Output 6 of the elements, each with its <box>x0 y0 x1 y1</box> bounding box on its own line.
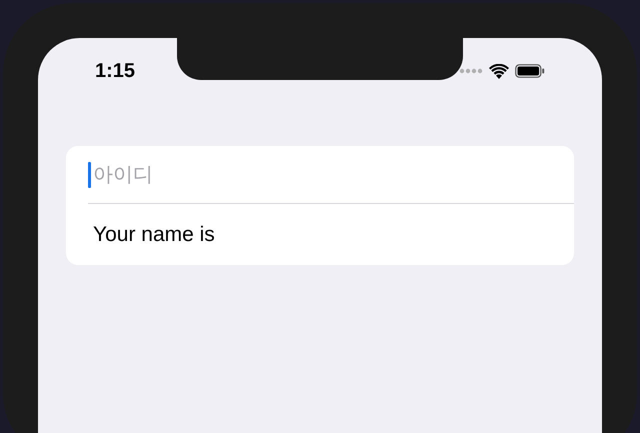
signal-icon <box>459 68 483 74</box>
status-time: 1:15 <box>95 59 136 84</box>
wifi-icon <box>489 64 509 78</box>
battery-icon <box>515 64 545 78</box>
id-field[interactable]: 아이디 <box>93 160 493 190</box>
name-label: Your name is <box>93 222 215 248</box>
